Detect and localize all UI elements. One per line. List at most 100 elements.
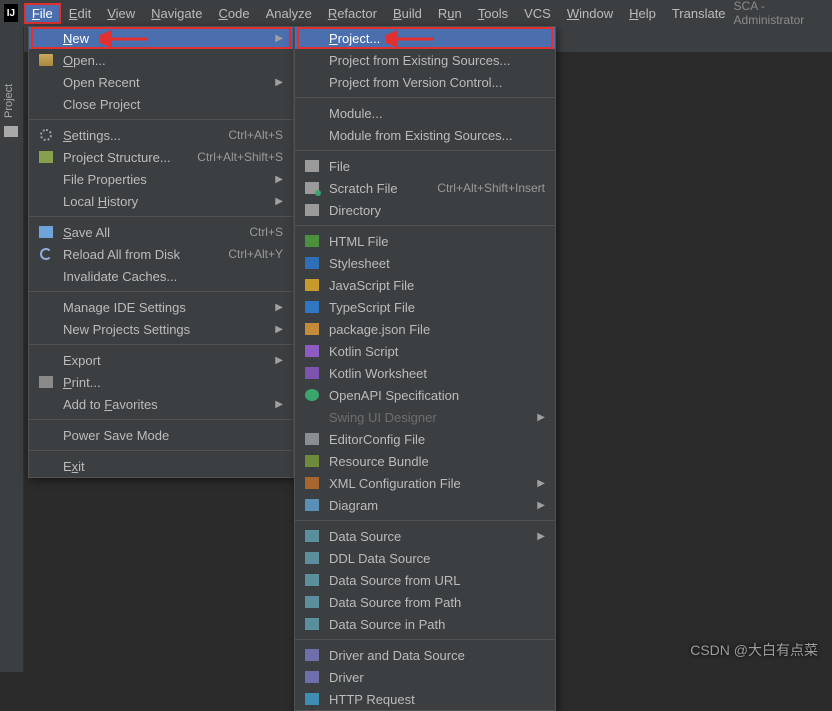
file-menu-item-add-to-favorites[interactable]: Add to Favorites▶ <box>29 393 293 415</box>
menu-item-label: Reload All from Disk <box>63 247 204 262</box>
file-menu-item-invalidate-caches[interactable]: Invalidate Caches... <box>29 265 293 287</box>
file-menu-item-new[interactable]: New▶ <box>29 27 293 49</box>
new-menu-item-project-from-existing-sources[interactable]: Project from Existing Sources... <box>295 49 555 71</box>
new-menu-item-typescript-file[interactable]: TypeScript File <box>295 296 555 318</box>
new-menu-item-diagram[interactable]: Diagram▶ <box>295 494 555 516</box>
blank-icon <box>37 74 55 90</box>
file-menu-item-file-properties[interactable]: File Properties▶ <box>29 168 293 190</box>
new-menu-item-editorconfig-file[interactable]: EditorConfig File <box>295 428 555 450</box>
new-menu-item-package-json-file[interactable]: package.json File <box>295 318 555 340</box>
new-menu-item-openapi-specification[interactable]: OpenAPI Specification <box>295 384 555 406</box>
new-menu-item-data-source-from-path[interactable]: Data Source from Path <box>295 591 555 613</box>
menu-file[interactable]: File <box>24 3 61 24</box>
menu-translate[interactable]: Translate <box>664 3 734 24</box>
project-toolwindow-button[interactable]: Project <box>0 46 24 126</box>
menu-view[interactable]: View <box>99 3 143 24</box>
blank-icon <box>303 409 321 425</box>
window-title: SCA - Administrator <box>734 0 828 27</box>
menu-item-label: TypeScript File <box>329 300 545 315</box>
menu-analyze[interactable]: Analyze <box>258 3 320 24</box>
menu-code[interactable]: Code <box>210 3 257 24</box>
submenu-arrow-icon: ▶ <box>275 196 283 207</box>
menu-edit[interactable]: Edit <box>61 3 99 24</box>
project-toolwindow-label: Project <box>3 84 15 118</box>
file-menu-item-exit[interactable]: Exit <box>29 455 293 477</box>
new-menu-item-kotlin-script[interactable]: Kotlin Script <box>295 340 555 362</box>
menu-run[interactable]: Run <box>430 3 470 24</box>
new-menu-item-data-source-from-url[interactable]: Data Source from URL <box>295 569 555 591</box>
menu-item-label: Export <box>63 353 257 368</box>
file-menu-item-close-project[interactable]: Close Project <box>29 93 293 115</box>
menu-item-label: Local History <box>63 194 257 209</box>
new-menu-item-directory[interactable]: Directory <box>295 199 555 221</box>
menu-item-label: Add to Favorites <box>63 397 257 412</box>
menu-item-label: Open Recent <box>63 75 257 90</box>
menu-item-label: Project... <box>329 31 545 46</box>
blank-icon <box>303 105 321 121</box>
menu-item-label: Project from Existing Sources... <box>329 53 545 68</box>
menu-item-label: Close Project <box>63 97 283 112</box>
new-menu-item-resource-bundle[interactable]: Resource Bundle <box>295 450 555 472</box>
file-menu-item-local-history[interactable]: Local History ▶ <box>29 190 293 212</box>
file-menu-item-export[interactable]: Export▶ <box>29 349 293 371</box>
new-menu-item-javascript-file[interactable]: JavaScript File <box>295 274 555 296</box>
file-menu-item-open[interactable]: Open... <box>29 49 293 71</box>
file-menu-item-open-recent[interactable]: Open Recent▶ <box>29 71 293 93</box>
menu-build[interactable]: Build <box>385 3 430 24</box>
new-menu-item-project[interactable]: Project... <box>295 27 555 49</box>
js-icon <box>303 277 321 293</box>
file-menu-item-power-save-mode[interactable]: Power Save Mode <box>29 424 293 446</box>
file-menu-item-project-structure[interactable]: Project Structure...Ctrl+Alt+Shift+S <box>29 146 293 168</box>
menu-item-label: Manage IDE Settings <box>63 300 257 315</box>
new-menu-item-module[interactable]: Module... <box>295 102 555 124</box>
new-menu-item-ddl-data-source[interactable]: DDL Data Source <box>295 547 555 569</box>
new-menu-item-kotlin-worksheet[interactable]: Kotlin Worksheet <box>295 362 555 384</box>
folder-icon <box>4 126 18 137</box>
new-menu-item-driver[interactable]: Driver <box>295 666 555 688</box>
new-menu-item-module-from-existing-sources[interactable]: Module from Existing Sources... <box>295 124 555 146</box>
menu-tools[interactable]: Tools <box>470 3 516 24</box>
new-menu-item-scratch-file[interactable]: Scratch FileCtrl+Alt+Shift+Insert <box>295 177 555 199</box>
api-icon <box>303 387 321 403</box>
blank-icon <box>37 30 55 46</box>
new-menu-item-project-from-version-control[interactable]: Project from Version Control... <box>295 71 555 93</box>
new-menu-item-data-source[interactable]: Data Source▶ <box>295 525 555 547</box>
menu-navigate[interactable]: Navigate <box>143 3 210 24</box>
db-icon <box>303 550 321 566</box>
submenu-arrow-icon: ▶ <box>275 324 283 335</box>
new-menu-item-xml-configuration-file[interactable]: XML Configuration File▶ <box>295 472 555 494</box>
file-menu-item-manage-ide-settings[interactable]: Manage IDE Settings ▶ <box>29 296 293 318</box>
menu-item-label: Kotlin Script <box>329 344 545 359</box>
menu-help[interactable]: Help <box>621 3 664 24</box>
new-menu-item-http-request[interactable]: HTTP Request <box>295 688 555 710</box>
separator <box>295 97 555 98</box>
menu-refactor[interactable]: Refactor <box>320 3 385 24</box>
shortcut: Ctrl+S <box>249 225 283 239</box>
new-menu-item-stylesheet[interactable]: Stylesheet <box>295 252 555 274</box>
submenu-arrow-icon: ▶ <box>275 302 283 313</box>
file-menu-item-reload-all-from-disk[interactable]: Reload All from Disk Ctrl+Alt+Y <box>29 243 293 265</box>
menu-item-label: Exit <box>63 459 283 474</box>
menu-item-label: JavaScript File <box>329 278 545 293</box>
separator <box>29 291 293 292</box>
xml-icon <box>303 475 321 491</box>
menu-item-label: Stylesheet <box>329 256 545 271</box>
new-menu-item-html-file[interactable]: HTML File <box>295 230 555 252</box>
file-menu-item-save-all[interactable]: Save AllCtrl+S <box>29 221 293 243</box>
new-submenu: Project... Project from Existing Sources.… <box>294 26 556 711</box>
file-menu-item-new-projects-settings[interactable]: New Projects Settings▶ <box>29 318 293 340</box>
shortcut: Ctrl+Alt+Y <box>228 247 283 261</box>
new-menu-item-file[interactable]: File <box>295 155 555 177</box>
file-menu-item-settings[interactable]: Settings...Ctrl+Alt+S <box>29 124 293 146</box>
menu-window[interactable]: Window <box>559 3 621 24</box>
menu-item-label: Swing UI Designer <box>329 410 519 425</box>
blank-icon <box>37 96 55 112</box>
db-icon <box>303 594 321 610</box>
json-icon <box>303 321 321 337</box>
new-menu-item-driver-and-data-source[interactable]: Driver and Data Source <box>295 644 555 666</box>
new-menu-item-data-source-in-path[interactable]: Data Source in Path <box>295 613 555 635</box>
menu-item-label: Project from Version Control... <box>329 75 545 90</box>
file-menu-item-print[interactable]: Print... <box>29 371 293 393</box>
separator <box>29 119 293 120</box>
menu-vcs[interactable]: VCS <box>516 3 559 24</box>
